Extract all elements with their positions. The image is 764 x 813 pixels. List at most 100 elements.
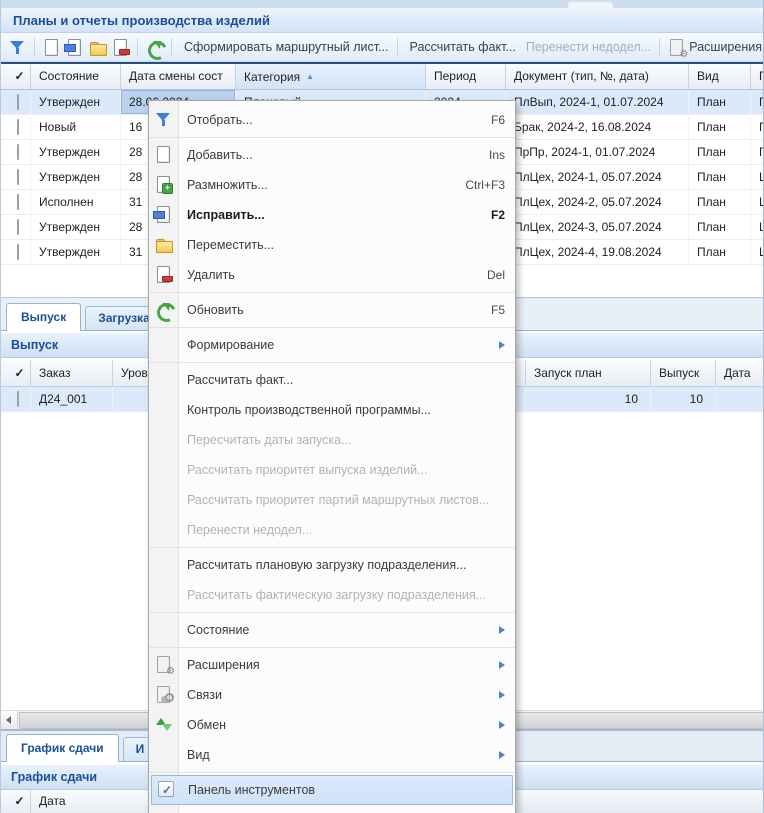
row-checkbox[interactable] xyxy=(17,194,19,210)
cell-document[interactable]: ПрПр, 2024-1, 01.07.2024 xyxy=(506,140,689,164)
column-header-state[interactable]: Состояние xyxy=(31,64,121,89)
column-header-output[interactable]: Выпуск xyxy=(651,360,716,386)
select-all-header[interactable]: ✓ xyxy=(1,360,31,386)
toolbar-button[interactable] xyxy=(9,39,26,56)
column-header-launch-plan[interactable]: Запуск план xyxy=(526,360,651,386)
cell-department[interactable]: Пр xyxy=(751,140,764,164)
row-checkbox-cell[interactable] xyxy=(1,190,31,214)
menu-item[interactable] xyxy=(149,547,515,548)
cell-document[interactable]: ПлВып, 2024-1, 01.07.2024 xyxy=(506,90,689,114)
toolbar-button[interactable]: Расширения xyxy=(668,39,762,56)
column-header-date[interactable]: Дата смены сост xyxy=(121,64,236,89)
toolbar-button[interactable] xyxy=(137,38,138,56)
row-checkbox[interactable] xyxy=(17,169,19,185)
column-header-department[interactable]: Пе xyxy=(751,64,764,89)
cell-kind[interactable]: План xyxy=(689,240,751,264)
tab[interactable]: График сдачи xyxy=(6,734,119,762)
cell-state[interactable]: Утвержден xyxy=(31,140,121,164)
menu-item[interactable] xyxy=(149,137,515,138)
cell-department[interactable]: Пр xyxy=(751,90,764,114)
column-header-category[interactable]: Категория▲ xyxy=(236,64,426,89)
row-checkbox[interactable] xyxy=(17,219,19,235)
column-header-kind[interactable]: Вид xyxy=(689,64,751,89)
cell-document[interactable]: ПлЦех, 2024-2, 05.07.2024 xyxy=(506,190,689,214)
cell-document[interactable]: ПлЦех, 2024-4, 19.08.2024 xyxy=(506,240,689,264)
cell-kind[interactable]: План xyxy=(689,215,751,239)
menu-item[interactable]: Вид xyxy=(149,740,515,770)
cell-department[interactable]: Це xyxy=(751,240,764,264)
row-checkbox-cell[interactable] xyxy=(1,387,31,411)
menu-item[interactable]: Расширения xyxy=(149,650,515,680)
cell-launch-plan[interactable]: 10 xyxy=(526,387,651,411)
row-checkbox-cell[interactable] xyxy=(1,240,31,264)
row-checkbox-cell[interactable] xyxy=(1,115,31,139)
menu-item[interactable]: Размножить... Ctrl+F3 xyxy=(149,170,515,200)
toolbar-button[interactable]: Рассчитать факт... xyxy=(406,40,516,54)
menu-item[interactable]: Состояние xyxy=(149,615,515,645)
menu-item[interactable]: Добавить... Ins xyxy=(149,140,515,170)
menu-item[interactable]: Отобрать... F6 xyxy=(149,105,515,135)
menu-item[interactable] xyxy=(149,612,515,613)
cell-document[interactable]: ПлЦех, 2024-3, 05.07.2024 xyxy=(506,215,689,239)
toolbar-button[interactable] xyxy=(66,39,83,56)
row-checkbox-cell[interactable] xyxy=(1,90,31,114)
menu-item[interactable]: Рассчитать факт... xyxy=(149,365,515,395)
column-header-period[interactable]: Период xyxy=(426,64,506,89)
cell-document[interactable]: ПлЦех, 2024-1, 05.07.2024 xyxy=(506,165,689,189)
toolbar-button[interactable] xyxy=(397,38,398,56)
menu-item[interactable]: Перенести недодел... xyxy=(149,515,515,545)
cell-department[interactable]: Це xyxy=(751,190,764,214)
menu-item[interactable]: Формирование xyxy=(149,330,515,360)
cell-document[interactable]: Брак, 2024-2, 16.08.2024 xyxy=(506,115,689,139)
tab[interactable]: Выпуск xyxy=(6,303,81,331)
row-checkbox[interactable] xyxy=(17,144,19,160)
row-checkbox[interactable] xyxy=(17,244,19,260)
column-header-document[interactable]: Документ (тип, №, дата) xyxy=(506,64,689,89)
menu-item[interactable]: Переместить... xyxy=(149,230,515,260)
menu-item[interactable] xyxy=(149,647,515,648)
menu-item[interactable]: Обмен xyxy=(149,710,515,740)
row-checkbox-cell[interactable] xyxy=(1,215,31,239)
menu-item[interactable]: Рассчитать фактическую загрузку подразде… xyxy=(149,580,515,610)
row-checkbox[interactable] xyxy=(17,94,19,110)
menu-item[interactable]: Связи xyxy=(149,680,515,710)
cell-department[interactable]: Пр xyxy=(751,115,764,139)
cell-kind[interactable]: План xyxy=(689,140,751,164)
menu-item[interactable]: Рассчитать плановую загрузку подразделен… xyxy=(149,550,515,580)
menu-item[interactable]: Пересчитать даты запуска... xyxy=(149,425,515,455)
cell-department[interactable]: Це xyxy=(751,165,764,189)
select-all-header[interactable]: ✓ xyxy=(1,64,31,89)
toolbar-button[interactable] xyxy=(112,39,129,56)
menu-item[interactable]: Панель инструментов xyxy=(151,775,513,805)
cell-output[interactable]: 10 xyxy=(651,387,716,411)
menu-item[interactable] xyxy=(149,362,515,363)
select-all-header[interactable]: ✓ xyxy=(1,790,31,813)
row-checkbox-cell[interactable] xyxy=(1,165,31,189)
cell-state[interactable]: Утвержден xyxy=(31,90,121,114)
cell-kind[interactable]: План xyxy=(689,165,751,189)
row-checkbox[interactable] xyxy=(17,391,19,407)
menu-item[interactable]: Исправить... F2 xyxy=(149,200,515,230)
toolbar-button[interactable] xyxy=(89,39,106,56)
cell-state[interactable]: Новый xyxy=(31,115,121,139)
cell-kind[interactable]: План xyxy=(689,190,751,214)
row-checkbox-cell[interactable] xyxy=(1,140,31,164)
menu-item[interactable]: Рассчитать приоритет партий маршрутных л… xyxy=(149,485,515,515)
menu-item[interactable]: Контроль производственной программы... xyxy=(149,395,515,425)
cell-department[interactable]: Це xyxy=(751,215,764,239)
toolbar-button[interactable]: Сформировать маршрутный лист... xyxy=(180,40,389,54)
menu-item[interactable]: Удалить Del xyxy=(149,260,515,290)
column-header-date[interactable]: Дата xyxy=(716,360,764,386)
cell-state[interactable]: Исполнен xyxy=(31,190,121,214)
menu-item[interactable]: Обновить F5 xyxy=(149,295,515,325)
menu-item[interactable] xyxy=(149,772,515,773)
cell-state[interactable]: Утвержден xyxy=(31,165,121,189)
toolbar-button[interactable] xyxy=(659,38,660,56)
cell-state[interactable]: Утвержден xyxy=(31,215,121,239)
menu-item[interactable] xyxy=(149,327,515,328)
cell-date[interactable] xyxy=(716,387,764,411)
toolbar-button[interactable] xyxy=(43,39,60,56)
row-checkbox[interactable] xyxy=(17,119,19,135)
toolbar-button[interactable] xyxy=(171,38,172,56)
menu-item[interactable]: Рассчитать приоритет выпуска изделий... xyxy=(149,455,515,485)
